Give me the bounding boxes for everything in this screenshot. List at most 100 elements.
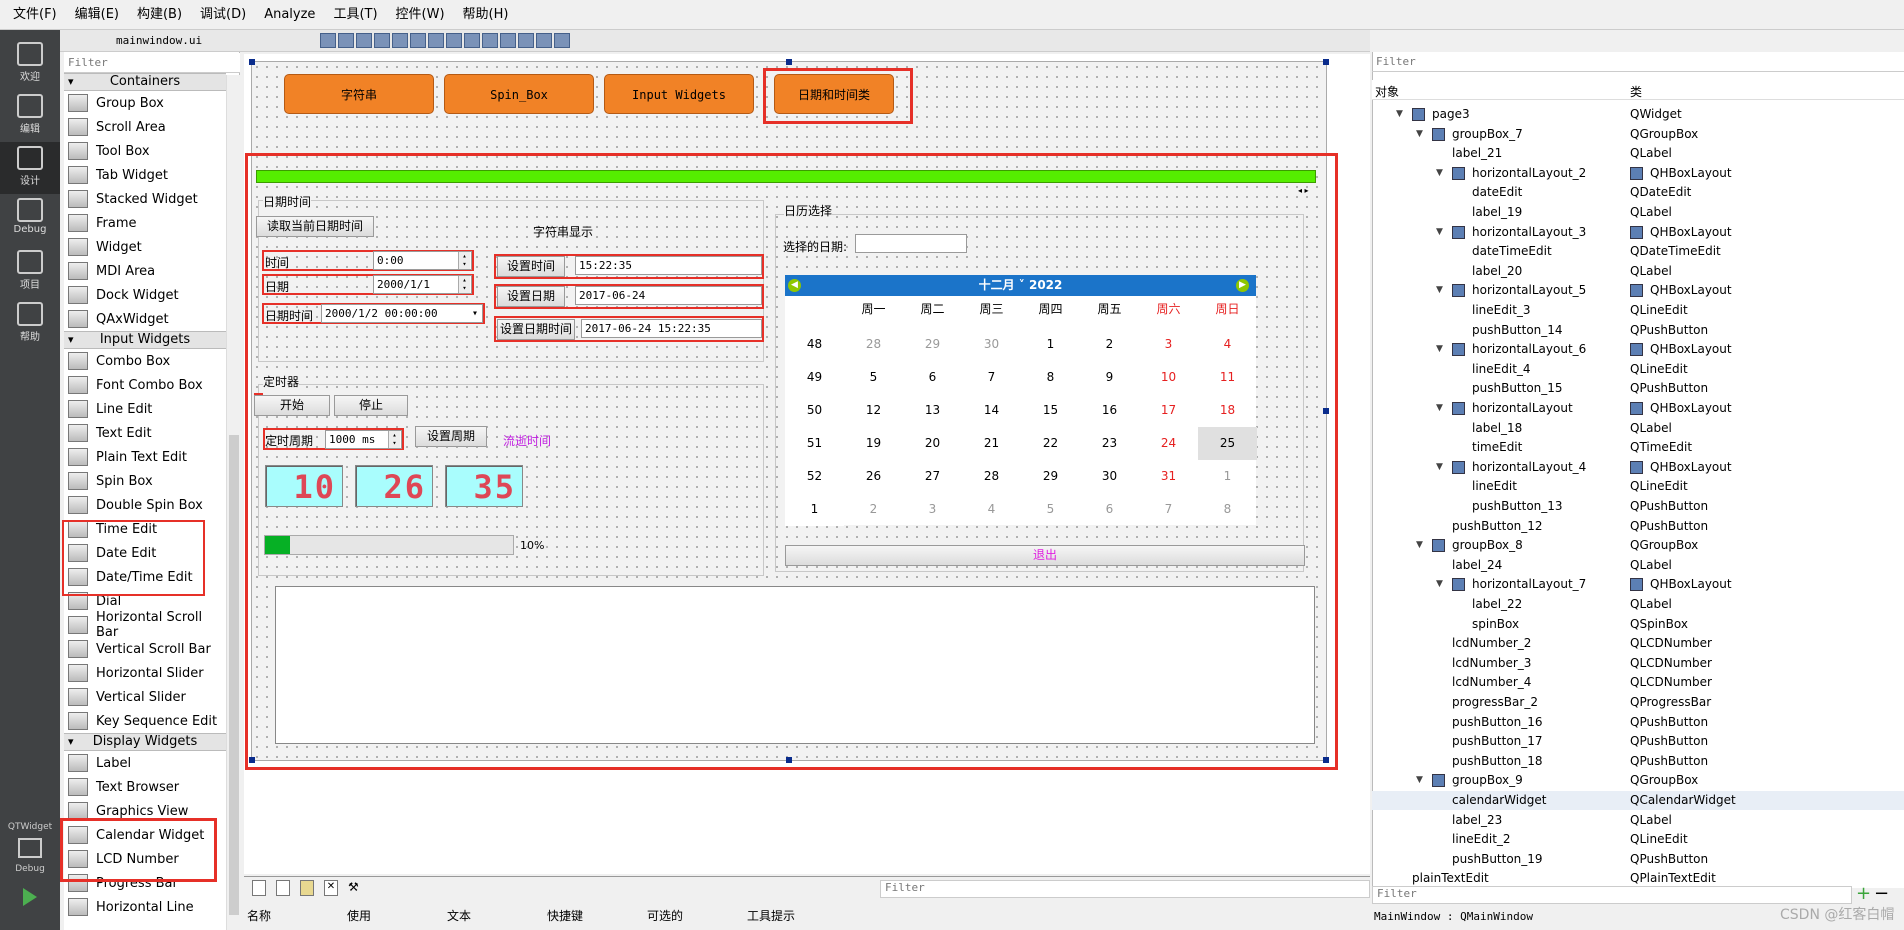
add-property-icon[interactable]: + — [1856, 885, 1871, 903]
calendar-day-cell[interactable]: 4 — [1198, 328, 1257, 361]
widget-category[interactable]: Containers — [64, 73, 226, 91]
tree-row[interactable]: ▼ horizontalLayout_3 QHBoxLayout — [1372, 223, 1904, 242]
tree-expand-chevron-icon[interactable]: ▼ — [1416, 771, 1423, 790]
settings-wrench-icon[interactable]: ⚒ — [348, 880, 362, 896]
menu-item[interactable]: 构建(B) — [128, 0, 191, 30]
tree-row[interactable]: ▼ horizontalLayout_4 QHBoxLayout — [1372, 458, 1904, 477]
widget-item[interactable]: Tab Widget — [64, 163, 226, 187]
toolbar-layout-icon[interactable] — [320, 33, 336, 48]
toolbar-layout-icon[interactable] — [482, 33, 498, 48]
toolbar-layout-icon[interactable] — [338, 33, 354, 48]
read-datetime-button[interactable]: 读取当前日期时间 — [256, 216, 374, 237]
mode-help[interactable]: 帮助 — [0, 298, 60, 350]
widget-item[interactable]: QAxWidget — [64, 307, 226, 331]
widget-item[interactable]: Horizontal Line — [64, 895, 226, 919]
tab-button-input-widgets[interactable]: Input Widgets — [604, 74, 754, 114]
tree-expand-chevron-icon[interactable]: ▼ — [1436, 223, 1443, 242]
tree-row[interactable]: label_22 QLabel — [1372, 595, 1904, 614]
tree-row[interactable]: lineEdit_3 QLineEdit — [1372, 301, 1904, 320]
tree-row[interactable]: label_18 QLabel — [1372, 419, 1904, 438]
widget-item[interactable]: Line Edit — [64, 397, 226, 421]
calendar-day-cell[interactable]: 2 — [844, 493, 903, 526]
calendar-day-cell[interactable]: 24 — [1139, 427, 1198, 460]
start-button[interactable]: 开始 — [254, 395, 330, 416]
toolbar-layout-icon[interactable] — [554, 33, 570, 48]
delete-action-icon[interactable]: ✕ — [324, 880, 338, 896]
calendar-day-cell[interactable]: 22 — [1021, 427, 1080, 460]
date-edit[interactable]: 2000/1/1 ▴ ▾ — [373, 275, 472, 294]
toolbar-layout-icon[interactable] — [428, 33, 444, 48]
tree-row[interactable]: timeEdit QTimeEdit — [1372, 438, 1904, 457]
tree-expand-chevron-icon[interactable]: ▼ — [1436, 164, 1443, 183]
toolbar-layout-icon[interactable] — [518, 33, 534, 48]
widget-item[interactable]: Text Browser — [64, 775, 226, 799]
plain-text-edit[interactable] — [275, 586, 1315, 744]
calendar-day-cell[interactable]: 5 — [844, 361, 903, 394]
object-column-header[interactable]: 对象 — [1375, 83, 1399, 100]
tree-row[interactable]: pushButton_16 QPushButton — [1372, 713, 1904, 732]
widget-item[interactable]: Tool Box — [64, 139, 226, 163]
toolbar-layout-icon[interactable] — [446, 33, 462, 48]
set-datetime-button[interactable]: 设置日期时间 — [497, 319, 575, 340]
tree-expand-chevron-icon[interactable]: ▼ — [1436, 458, 1443, 477]
widget-box-scrollbar[interactable] — [226, 75, 240, 930]
exit-button[interactable]: 退出 — [785, 545, 1305, 566]
calendar-day-cell[interactable]: 2 — [1080, 328, 1139, 361]
tree-row[interactable]: ▼ horizontalLayout_2 QHBoxLayout — [1372, 164, 1904, 183]
widget-item[interactable]: Frame — [64, 211, 226, 235]
toolbar-layout-icon[interactable] — [374, 33, 390, 48]
tree-expand-chevron-icon[interactable]: ▼ — [1396, 105, 1403, 124]
tree-row[interactable]: label_20 QLabel — [1372, 262, 1904, 281]
mode-design[interactable]: 设计 — [0, 142, 60, 194]
menu-item[interactable]: 工具(T) — [324, 0, 386, 30]
set-period-button[interactable]: 设置周期 — [415, 426, 487, 447]
widget-item[interactable]: Combo Box — [64, 349, 226, 373]
calendar-day-cell[interactable]: 7 — [962, 361, 1021, 394]
period-spinbox[interactable]: 1000 ms ▴ ▾ — [325, 430, 402, 449]
calendar-day-cell[interactable]: 1 — [1021, 328, 1080, 361]
calendar-day-cell[interactable]: 18 — [1198, 394, 1257, 427]
tab-button-spinbox[interactable]: Spin_Box — [444, 74, 594, 114]
time-edit[interactable]: 0:00 ▴ ▾ — [373, 251, 472, 270]
calendar-day-cell[interactable]: 4 — [962, 493, 1021, 526]
calendar-day-cell[interactable]: 8 — [1021, 361, 1080, 394]
widget-item[interactable]: Spin Box — [64, 469, 226, 493]
calendar-day-cell[interactable]: 3 — [903, 493, 962, 526]
calendar-day-cell[interactable]: 29 — [1021, 460, 1080, 493]
tree-row[interactable]: spinBox QSpinBox — [1372, 615, 1904, 634]
calendar-day-cell[interactable]: 30 — [962, 328, 1021, 361]
calendar-day-cell[interactable]: 7 — [1139, 493, 1198, 526]
widget-box-filter[interactable]: Filter — [64, 53, 240, 73]
tree-row[interactable]: pushButton_19 QPushButton — [1372, 850, 1904, 869]
paste-action-icon[interactable] — [300, 880, 314, 896]
tree-row[interactable]: pushButton_13 QPushButton — [1372, 497, 1904, 516]
widget-item[interactable]: Group Box — [64, 91, 226, 115]
tree-row[interactable]: lcdNumber_2 QLCDNumber — [1372, 634, 1904, 653]
menu-item[interactable]: 调试(D) — [191, 0, 255, 30]
menu-item[interactable]: 文件(F) — [4, 0, 66, 30]
action-column-header[interactable]: 使用 — [347, 907, 371, 924]
calendar-day-cell[interactable]: 21 — [962, 427, 1021, 460]
selected-date-line-edit[interactable] — [855, 234, 967, 253]
tree-row[interactable]: lcdNumber_4 QLCDNumber — [1372, 673, 1904, 692]
mode-edit[interactable]: 编辑 — [0, 90, 60, 142]
action-column-header[interactable]: 工具提示 — [747, 907, 795, 924]
scroll-arrows-icon[interactable]: ◂ ▸ — [1298, 186, 1309, 195]
remove-property-icon[interactable]: − — [1874, 885, 1889, 903]
set-date-line-edit[interactable]: 2017-06-24 — [575, 286, 762, 305]
tree-row[interactable]: lineEdit_4 QLineEdit — [1372, 360, 1904, 379]
tree-row[interactable]: lcdNumber_3 QLCDNumber — [1372, 654, 1904, 673]
next-month-arrow-icon[interactable]: ▶ — [1236, 279, 1249, 292]
calendar-day-cell[interactable]: 20 — [903, 427, 962, 460]
tree-row[interactable]: progressBar_2 QProgressBar — [1372, 693, 1904, 712]
calendar-day-cell[interactable]: 28 — [962, 460, 1021, 493]
tree-row[interactable]: ▼ page3 QWidget — [1372, 105, 1904, 124]
calendar-day-cell[interactable]: 5 — [1021, 493, 1080, 526]
tree-expand-chevron-icon[interactable]: ▼ — [1436, 399, 1443, 418]
copy-action-icon[interactable] — [276, 880, 290, 896]
widget-item[interactable]: Horizontal Scroll Bar — [64, 610, 226, 640]
tree-row[interactable]: ▼ groupBox_8 QGroupBox — [1372, 536, 1904, 555]
calendar-day-cell[interactable]: 29 — [903, 328, 962, 361]
action-column-header[interactable]: 文本 — [447, 907, 471, 924]
open-file-tab[interactable]: mainwindow.ui — [90, 31, 290, 51]
